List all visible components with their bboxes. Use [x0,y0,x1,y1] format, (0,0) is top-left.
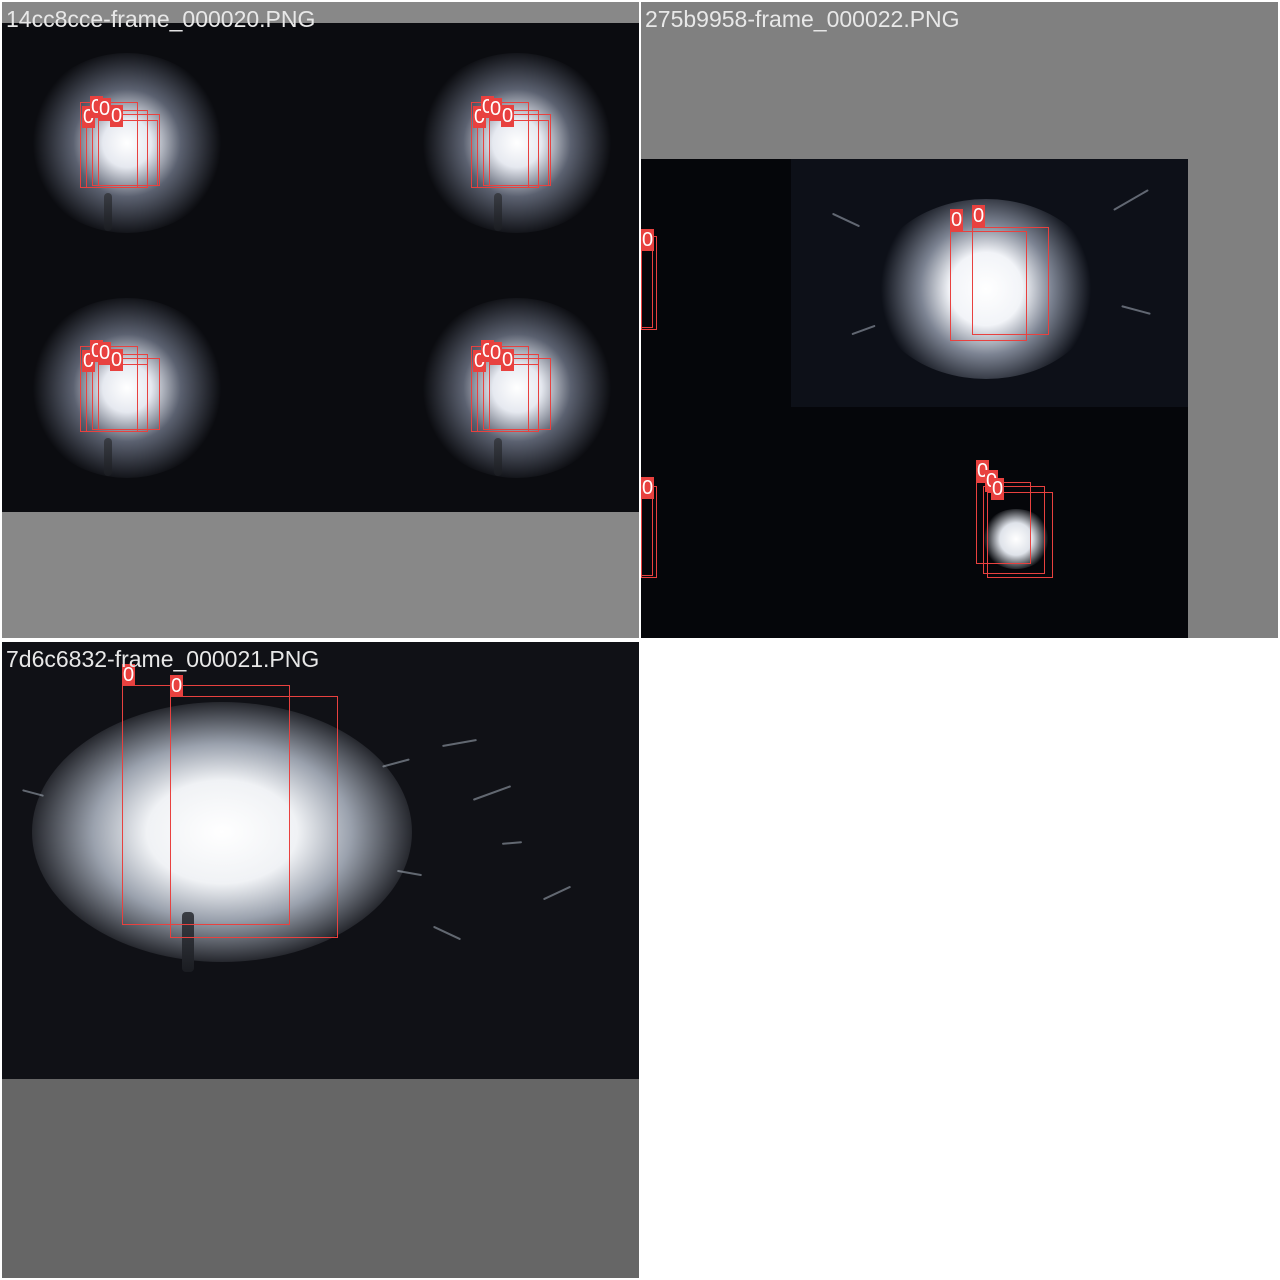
torch-nozzle [104,193,112,231]
empty-tile [641,642,1278,1278]
spark-streak [382,758,410,768]
detection-label: 0 [991,478,1005,500]
spark-streak [432,925,462,941]
detection-box [641,498,653,576]
detection-box [489,120,549,186]
detection-box [987,492,1053,578]
detection-box [641,248,653,328]
detection-label: 0 [950,209,964,231]
spark-streak [442,738,477,748]
detection-box [972,227,1049,335]
detection-label: 0 [110,105,124,127]
detection-box [98,364,148,430]
detection-label: 0 [641,229,655,251]
detection-label: 0 [641,477,655,499]
mosaic-tile-2: 275b9958-frame_000022.PNG 0 0 0 0 0 0 0 [641,2,1278,638]
detection-box [170,696,338,938]
tile-filename: 275b9958-frame_000022.PNG [645,6,960,32]
detection-box [98,120,158,186]
scene-image-2 [641,159,1188,638]
detection-label: 0 [501,105,515,127]
detection-label: 0 [170,675,184,697]
mosaic-tile-1: 14cc8cce-frame_000020.PNG 0 0 0 0 0 0 0 … [2,2,639,638]
spark-streak [1121,305,1151,315]
mosaic-tile-3: 7d6c6832-frame_000021.PNG 0 0 [2,642,639,1278]
torch-nozzle [494,438,502,476]
spark-streak [1113,189,1149,211]
detection-label: 0 [972,205,986,227]
torch-nozzle [494,193,502,231]
detection-label: 0 [110,349,124,371]
spark-streak [831,212,861,228]
spark-streak [501,841,523,845]
detection-box [489,364,539,430]
spark-streak [851,324,876,336]
tile-filename: 7d6c6832-frame_000021.PNG [6,646,320,672]
detection-label: 0 [501,349,515,371]
tile-filename: 14cc8cce-frame_000020.PNG [6,6,316,32]
torch-nozzle [104,438,112,476]
spark-streak [542,885,572,901]
spark-streak [472,785,512,801]
